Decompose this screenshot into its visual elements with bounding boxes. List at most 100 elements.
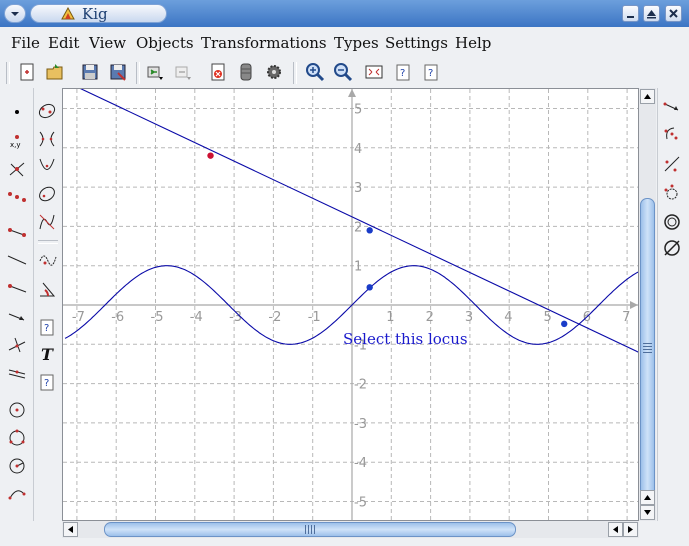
menu-objects[interactable]: Objects xyxy=(136,34,194,52)
fit-to-screen-icon[interactable] xyxy=(364,62,384,82)
left-toolbar-basic: x,y xyxy=(0,88,34,521)
cubic-icon[interactable] xyxy=(37,212,57,232)
conic-five-points-icon[interactable] xyxy=(37,101,57,121)
maximize-button[interactable] xyxy=(643,5,660,22)
y-tick-label: 5 xyxy=(354,103,362,118)
menu-help[interactable]: Help xyxy=(455,34,491,52)
intersection-point-icon[interactable] xyxy=(7,159,27,179)
circle-center-point-icon[interactable] xyxy=(7,400,27,420)
grip xyxy=(643,341,652,353)
circle-three-points-icon[interactable] xyxy=(7,428,27,448)
y-tick-label: -2 xyxy=(354,378,367,393)
minimize-button[interactable] xyxy=(622,5,639,22)
x-tick-label: -1 xyxy=(308,310,321,325)
menu-settings[interactable]: Settings xyxy=(385,34,448,52)
drawing-canvas[interactable]: -7 -6 -5 -4 -3 -2 -1 1 2 3 4 5 6 7 5 4 3 2 1 -1 -2 -3 -4 -5 Sel… xyxy=(62,88,639,521)
python-script-icon[interactable]: ? xyxy=(37,372,57,392)
toolbar-separator xyxy=(38,240,58,244)
cancel-construction-icon[interactable] xyxy=(236,62,256,82)
x-tick-label: -5 xyxy=(151,310,164,325)
horizontal-scrollbar[interactable] xyxy=(62,521,639,538)
x-tick-label: -2 xyxy=(268,310,281,325)
arc-icon[interactable] xyxy=(7,484,27,504)
circle-inversion-icon[interactable] xyxy=(662,212,682,232)
undo-icon[interactable] xyxy=(145,62,165,82)
menu-view[interactable]: View xyxy=(89,34,126,52)
gear-icon[interactable] xyxy=(264,62,284,82)
zoom-in-icon[interactable] xyxy=(305,62,325,82)
save-icon[interactable] xyxy=(80,62,100,82)
menu-bar: File Edit View Objects Transformations T… xyxy=(0,28,689,56)
vertical-scroll-thumb[interactable] xyxy=(640,198,655,498)
toolbar-separator xyxy=(293,62,297,84)
reflect-line-icon[interactable] xyxy=(662,154,682,174)
midpoint-icon[interactable] xyxy=(7,186,27,206)
circle-center-radius-icon[interactable] xyxy=(7,456,27,476)
segment-icon[interactable] xyxy=(7,222,27,242)
translate-icon[interactable] xyxy=(662,98,682,118)
axes xyxy=(63,89,638,520)
right-toolbar-transformations xyxy=(657,88,689,521)
scroll-right-button[interactable] xyxy=(623,522,638,537)
info-icon[interactable]: ? xyxy=(421,62,441,82)
vertical-scrollbar[interactable] xyxy=(639,88,656,521)
parabola-icon[interactable] xyxy=(37,156,57,176)
scroll-left-button[interactable] xyxy=(63,522,78,537)
new-document-icon[interactable] xyxy=(17,62,37,82)
scroll-left-button-right[interactable] xyxy=(608,522,623,537)
harmonic-homology-icon[interactable] xyxy=(662,238,682,258)
svg-text:x,y: x,y xyxy=(10,141,21,149)
svg-text:T: T xyxy=(41,345,54,364)
arrow-up-icon xyxy=(644,495,651,500)
arrow-left-icon xyxy=(68,526,73,533)
help-icon[interactable]: ? xyxy=(393,62,413,82)
coordinate-point-icon[interactable]: x,y xyxy=(7,131,27,151)
horizontal-scroll-thumb[interactable] xyxy=(104,522,516,537)
x-axis-arrow xyxy=(630,301,638,309)
minimize-icon xyxy=(627,16,634,18)
delete-icon[interactable] xyxy=(208,62,228,82)
point-icon[interactable] xyxy=(7,101,27,121)
menu-transformations[interactable]: Transformations xyxy=(201,34,327,52)
window-menu-button[interactable] xyxy=(4,4,26,23)
ray-icon[interactable] xyxy=(7,278,27,298)
parallel-icon[interactable] xyxy=(7,362,27,382)
zoom-out-icon[interactable] xyxy=(333,62,353,82)
x-tick-label: -4 xyxy=(190,310,203,325)
line-icon[interactable] xyxy=(7,250,27,270)
arrow-down-icon xyxy=(644,510,651,515)
vector-icon[interactable] xyxy=(7,306,27,326)
redo-icon[interactable] xyxy=(173,62,193,82)
scale-icon[interactable] xyxy=(662,182,682,202)
scroll-up-button-lower[interactable] xyxy=(640,490,655,505)
ellipse-icon[interactable] xyxy=(37,184,57,204)
toolbar-handle[interactable] xyxy=(6,62,10,84)
y-tick-label: 1 xyxy=(354,260,362,275)
svg-text:?: ? xyxy=(44,378,49,389)
angle-icon[interactable] xyxy=(37,279,57,299)
scroll-down-button[interactable] xyxy=(640,505,655,520)
script-icon[interactable]: ? xyxy=(37,317,57,337)
save-as-icon[interactable] xyxy=(108,62,128,82)
perpendicular-icon[interactable] xyxy=(7,334,27,354)
hyperbola-icon[interactable] xyxy=(37,129,57,149)
menu-types[interactable]: Types xyxy=(334,34,379,52)
title-bar[interactable]: Kig xyxy=(0,0,689,27)
x-tick-label: -6 xyxy=(111,310,124,325)
y-tick-label: -5 xyxy=(354,496,367,511)
svg-text:?: ? xyxy=(44,323,49,334)
menu-edit[interactable]: Edit xyxy=(48,34,79,52)
open-folder-icon[interactable] xyxy=(45,62,65,82)
locus-hover-label: Select this locus xyxy=(343,330,468,348)
x-tick-label: 2 xyxy=(426,310,434,325)
menu-file[interactable]: File xyxy=(11,34,40,52)
plot-area[interactable]: -7 -6 -5 -4 -3 -2 -1 1 2 3 4 5 6 754321-1-2-3-4-5 Sel… xyxy=(63,89,638,520)
arrow-up-icon xyxy=(644,94,651,99)
locus-icon[interactable] xyxy=(37,249,57,269)
rotate-icon[interactable] xyxy=(662,124,682,144)
text-label-icon[interactable]: T xyxy=(37,344,57,364)
y-tick-label: 4 xyxy=(354,142,362,157)
scroll-up-button[interactable] xyxy=(640,89,655,104)
close-button[interactable] xyxy=(665,5,682,22)
point-blue xyxy=(366,284,373,291)
